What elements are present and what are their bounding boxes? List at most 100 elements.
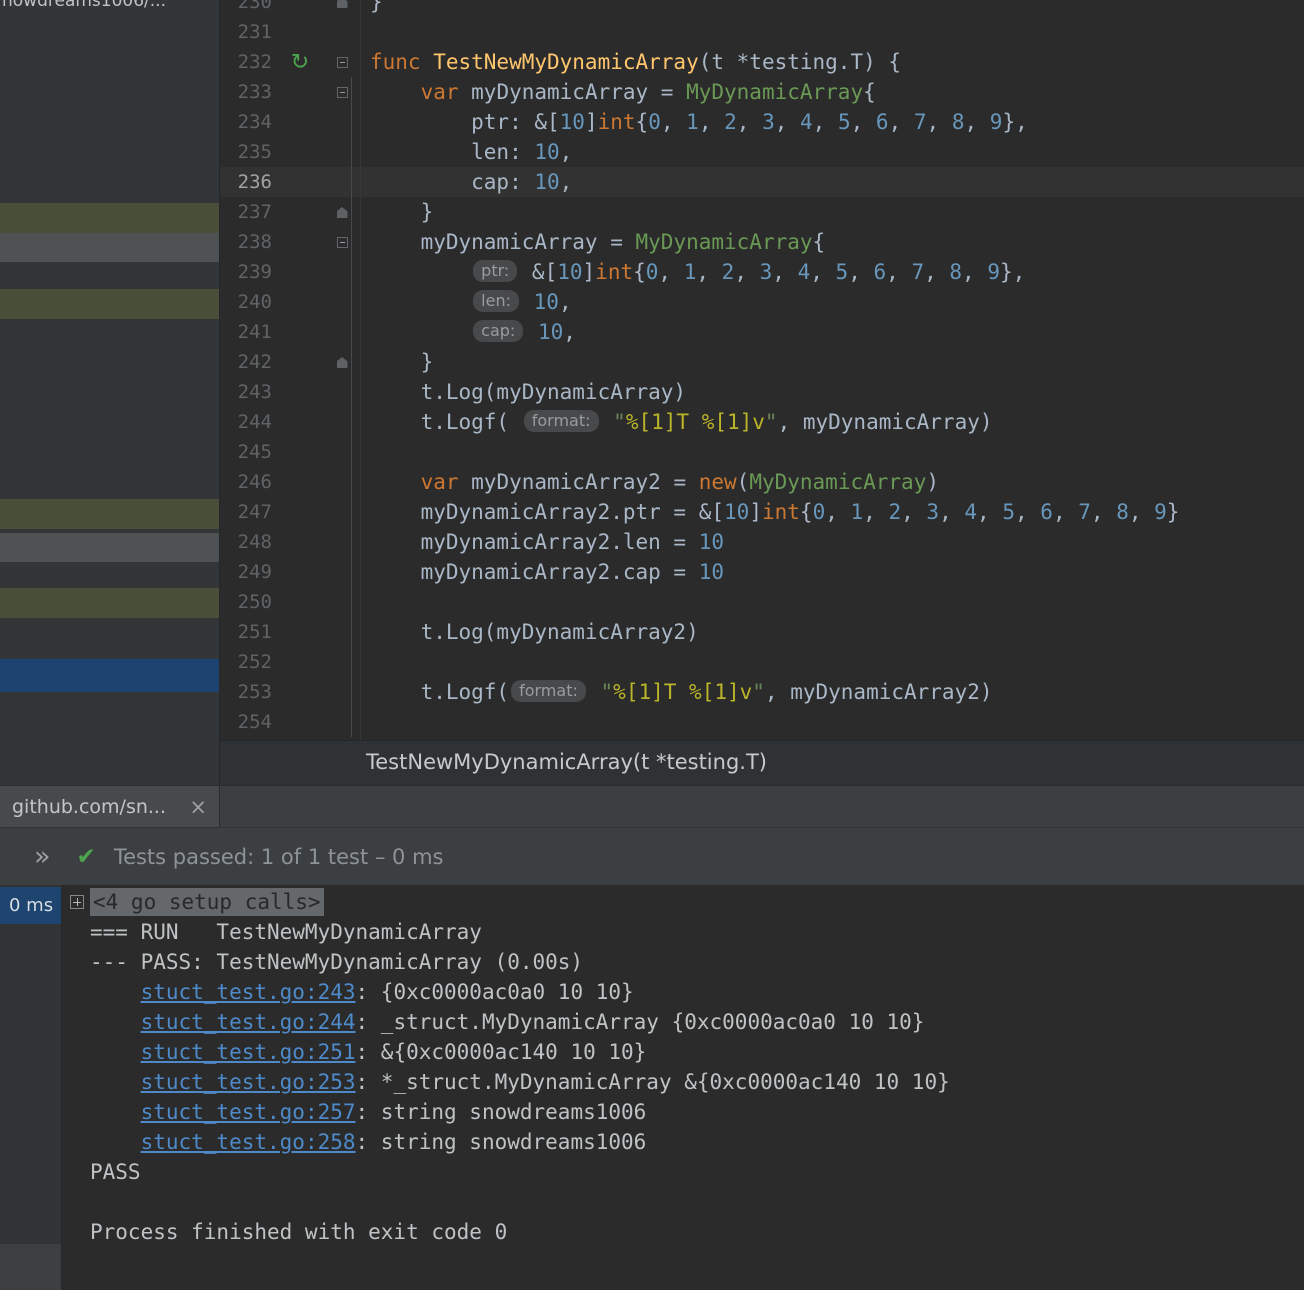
line-number[interactable]: 238	[220, 227, 276, 257]
project-tree-row[interactable]	[0, 289, 219, 319]
console-file-link[interactable]: stuct_test.go:253	[141, 1070, 356, 1094]
ide-window: nowdreams1006/... 230}231232↻func TestNe…	[0, 0, 1304, 1290]
line-number[interactable]: 236	[220, 167, 276, 197]
code-line[interactable]: 240 len: 10,	[220, 287, 1304, 317]
line-number[interactable]: 242	[220, 347, 276, 377]
code-text: }	[360, 347, 1304, 377]
line-number[interactable]: 247	[220, 497, 276, 527]
line-number[interactable]: 252	[220, 647, 276, 677]
line-number[interactable]: 233	[220, 77, 276, 107]
code-text: myDynamicArray = MyDynamicArray{	[360, 227, 1304, 257]
expand-plus-icon[interactable]	[70, 895, 84, 909]
code-line[interactable]: 249 myDynamicArray2.cap = 10	[220, 557, 1304, 587]
line-number[interactable]: 239	[220, 257, 276, 287]
code-line[interactable]: 235 len: 10,	[220, 137, 1304, 167]
project-tree-row[interactable]	[0, 659, 219, 692]
project-tree-row[interactable]	[0, 588, 219, 618]
code-editor[interactable]: 230}231232↻func TestNewMyDynamicArray(t …	[220, 0, 1304, 740]
line-number[interactable]: 248	[220, 527, 276, 557]
code-line[interactable]: 248 myDynamicArray2.len = 10	[220, 527, 1304, 557]
fold-end-icon[interactable]	[337, 357, 348, 368]
line-number[interactable]: 240	[220, 287, 276, 317]
line-number[interactable]: 244	[220, 407, 276, 437]
console-file-link[interactable]: stuct_test.go:258	[141, 1130, 356, 1154]
code-line[interactable]: 252	[220, 647, 1304, 677]
code-line[interactable]: 231	[220, 17, 1304, 47]
console-text: : *_struct.MyDynamicArray &{0xc0000ac140…	[356, 1070, 950, 1094]
chevrons-icon[interactable]: »	[34, 841, 51, 872]
line-number[interactable]: 243	[220, 377, 276, 407]
line-number[interactable]: 254	[220, 707, 276, 737]
test-tree-panel[interactable]: 0 ms	[0, 885, 62, 1290]
code-line[interactable]: 247 myDynamicArray2.ptr = &[10]int{0, 1,…	[220, 497, 1304, 527]
fold-column	[324, 557, 360, 587]
console-text: === RUN TestNewMyDynamicArray	[90, 920, 482, 944]
project-panel[interactable]: nowdreams1006/...	[0, 0, 220, 785]
test-console[interactable]: <4 go setup calls> === RUN TestNewMyDyna…	[62, 885, 1304, 1290]
code-line[interactable]: 251 t.Log(myDynamicArray2)	[220, 617, 1304, 647]
run-tool-window-tab[interactable]: github.com/sn... ×	[0, 786, 220, 827]
code-line[interactable]: 237 }	[220, 197, 1304, 227]
console-file-link[interactable]: stuct_test.go:257	[141, 1100, 356, 1124]
project-tree-row[interactable]	[0, 499, 219, 529]
code-line[interactable]: 238 myDynamicArray = MyDynamicArray{	[220, 227, 1304, 257]
code-line[interactable]: 234 ptr: &[10]int{0, 1, 2, 3, 4, 5, 6, 7…	[220, 107, 1304, 137]
line-number[interactable]: 253	[220, 677, 276, 707]
line-number[interactable]: 235	[220, 137, 276, 167]
project-tree-item-fragment[interactable]: nowdreams1006/...	[2, 0, 166, 11]
project-tree-row[interactable]	[0, 533, 219, 562]
console-file-link[interactable]: stuct_test.go:243	[141, 980, 356, 1004]
line-number[interactable]: 234	[220, 107, 276, 137]
gutter-icon-column	[276, 167, 324, 197]
code-line[interactable]: 245	[220, 437, 1304, 467]
code-line[interactable]: 250	[220, 587, 1304, 617]
code-text: t.Log(myDynamicArray2)	[360, 617, 1304, 647]
code-line[interactable]: 230}	[220, 0, 1304, 17]
gutter-icon-column	[276, 377, 324, 407]
code-line[interactable]: 239 ptr: &[10]int{0, 1, 2, 3, 4, 5, 6, 7…	[220, 257, 1304, 287]
code-line[interactable]: 241 cap: 10,	[220, 317, 1304, 347]
run-test-icon[interactable]: ↻	[291, 50, 309, 75]
line-number[interactable]: 250	[220, 587, 276, 617]
code-text: ptr: &[10]int{0, 1, 2, 3, 4, 5, 6, 7, 8,…	[360, 257, 1304, 287]
fold-column	[324, 227, 360, 257]
code-line[interactable]: 253 t.Logf(format: "%[1]T %[1]v", myDyna…	[220, 677, 1304, 707]
inlay-hint: cap:	[473, 320, 523, 342]
code-line[interactable]: 244 t.Logf( format: "%[1]T %[1]v", myDyn…	[220, 407, 1304, 437]
console-file-link[interactable]: stuct_test.go:244	[141, 1010, 356, 1034]
fold-column	[324, 587, 360, 617]
line-number[interactable]: 251	[220, 617, 276, 647]
fold-column	[324, 77, 360, 107]
inlay-hint: len:	[473, 290, 519, 312]
test-duration-row[interactable]: 0 ms	[0, 887, 61, 924]
line-number[interactable]: 230	[220, 0, 276, 17]
code-line[interactable]: 243 t.Log(myDynamicArray)	[220, 377, 1304, 407]
breadcrumb-context[interactable]: TestNewMyDynamicArray(t *testing.T)	[366, 750, 767, 774]
close-icon[interactable]: ×	[189, 795, 207, 819]
code-text: cap: 10,	[360, 317, 1304, 347]
code-line[interactable]: 254	[220, 707, 1304, 737]
line-number[interactable]: 232	[220, 47, 276, 77]
fold-collapse-icon[interactable]	[337, 87, 348, 98]
project-tree-row[interactable]	[0, 233, 219, 262]
editor-lines: 230}231232↻func TestNewMyDynamicArray(t …	[220, 0, 1304, 737]
fold-end-icon[interactable]	[337, 207, 348, 218]
fold-collapse-icon[interactable]	[337, 57, 348, 68]
code-line[interactable]: 236 cap: 10,	[220, 167, 1304, 197]
fold-collapse-icon[interactable]	[337, 237, 348, 248]
code-line[interactable]: 242 }	[220, 347, 1304, 377]
code-line[interactable]: 246 var myDynamicArray2 = new(MyDynamicA…	[220, 467, 1304, 497]
line-number[interactable]: 249	[220, 557, 276, 587]
console-file-link[interactable]: stuct_test.go:251	[141, 1040, 356, 1064]
code-line[interactable]: 232↻func TestNewMyDynamicArray(t *testin…	[220, 47, 1304, 77]
line-number[interactable]: 245	[220, 437, 276, 467]
line-number[interactable]: 246	[220, 467, 276, 497]
code-line[interactable]: 233 var myDynamicArray = MyDynamicArray{	[220, 77, 1304, 107]
project-tree-row[interactable]	[0, 203, 219, 233]
console-folded-text[interactable]: <4 go setup calls>	[90, 888, 324, 916]
line-number[interactable]: 231	[220, 17, 276, 47]
gutter-icon-column	[276, 617, 324, 647]
line-number[interactable]: 241	[220, 317, 276, 347]
line-number[interactable]: 237	[220, 197, 276, 227]
fold-end-icon[interactable]	[337, 0, 348, 8]
